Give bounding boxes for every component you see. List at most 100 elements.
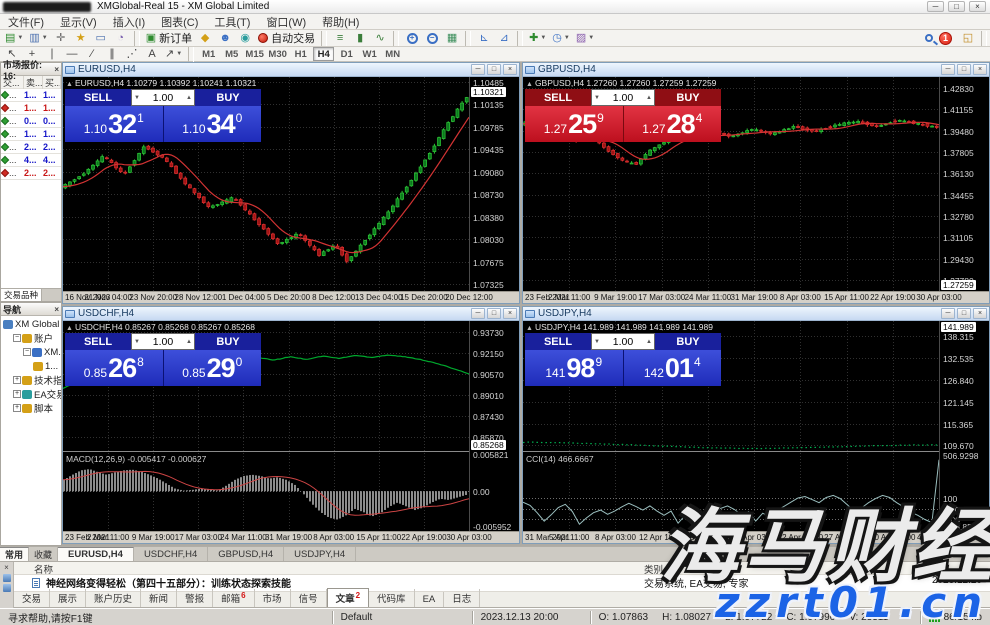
toolbar-button-indicators-list[interactable]: ⊿ (494, 30, 514, 46)
chart-plot-area[interactable]: ▲USDCHF,H4 0.85267 0.85268 0.85267 0.852… (63, 321, 469, 531)
tab-symbols[interactable]: 交易品种 (1, 289, 42, 301)
close-icon[interactable]: × (54, 305, 59, 314)
close-chart-button[interactable]: × (503, 308, 517, 319)
toolbar-button-templates[interactable]: ▨▼ (573, 30, 597, 46)
terminal-tab-邮箱[interactable]: 邮箱6 (213, 589, 254, 607)
chart-plot-area[interactable]: ▲USDJPY,H4 141.989 141.989 141.989 141.9… (523, 321, 939, 531)
timeframe-w1[interactable]: W1 (359, 47, 380, 61)
terminal-tab-交易[interactable]: 交易 (14, 589, 50, 607)
toolbar-button-add-indicator[interactable]: ✚▼ (526, 30, 549, 46)
sell-price-cell[interactable]: 1.10321 (65, 106, 163, 142)
tree-item-indicators-folder[interactable]: +技术指标 (1, 373, 61, 387)
chart-tab-usdjpy[interactable]: USDJPY,H4 (284, 547, 356, 561)
market-watch-row[interactable]: ...0...0... (1, 115, 61, 128)
terminal-strip-icon[interactable] (3, 574, 11, 582)
tool-arrows-tool[interactable]: ↗▼ (162, 46, 185, 62)
tool-fibonacci-tool[interactable]: ⋰ (122, 46, 142, 62)
toolbar-button-new-chart[interactable]: ▤▼ (2, 30, 26, 46)
sell-price-cell[interactable]: 1.27259 (525, 106, 623, 142)
article-row[interactable]: 神经网络变得轻松（第四十五部分）：训练状态探索技能 交易系统, EA交易, 专家… (14, 575, 990, 590)
market-watch-row[interactable]: ...1...1... (1, 89, 61, 102)
sell-button[interactable]: SELL (65, 333, 131, 350)
search-icon[interactable] (925, 34, 933, 42)
close-chart-button[interactable]: × (973, 64, 987, 75)
tree-item-ea-folder[interactable]: +EA交易 (1, 387, 61, 401)
navigator-tab-常用[interactable]: 常用 (0, 547, 29, 561)
menu-item[interactable]: 窗口(W) (258, 14, 314, 30)
market-watch-row[interactable]: ...2...2... (1, 141, 61, 154)
tool-trendline-tool[interactable]: ∕ (82, 46, 102, 62)
chart-title-bar[interactable]: EURUSD,H4─□× (63, 63, 519, 77)
maximize-chart-button[interactable]: □ (957, 64, 971, 75)
terminal-tab-新闻[interactable]: 新闻 (141, 589, 177, 607)
minimize-chart-button[interactable]: ─ (471, 64, 485, 75)
toolbar-button-market-watch[interactable]: ◱ (958, 30, 978, 46)
terminal-strip-icon[interactable] (3, 584, 11, 592)
tree-item-account[interactable]: 1... (1, 359, 61, 373)
tool-channel-tool[interactable]: ∥ (102, 46, 122, 62)
buy-button[interactable]: BUY (195, 89, 261, 106)
chart-plot-area[interactable]: ▲GBPUSD,H4 1.27260 1.27260 1.27259 1.272… (523, 77, 939, 291)
volume-up-icon[interactable]: ▲ (186, 95, 192, 101)
tree-item-scripts-folder[interactable]: +脚本 (1, 401, 61, 415)
sell-button[interactable]: SELL (525, 89, 591, 106)
close-icon[interactable]: × (54, 65, 59, 74)
toolbar-button-bar-chart[interactable]: ≡ (330, 30, 350, 46)
tree-item-terminal[interactable]: XM Global (1, 317, 61, 331)
volume-down-icon[interactable]: ▼ (134, 339, 140, 345)
collapse-icon[interactable]: − (13, 334, 21, 342)
maximize-window-button[interactable]: □ (948, 1, 965, 12)
sell-price-cell[interactable]: 141989 (525, 350, 623, 386)
navigator-tab-收藏[interactable]: 收藏 (29, 547, 58, 561)
timeframe-h1[interactable]: H1 (290, 47, 311, 61)
close-icon[interactable]: × (4, 563, 9, 572)
volume-up-icon[interactable]: ▲ (186, 339, 192, 345)
minimize-chart-button[interactable]: ─ (941, 308, 955, 319)
menu-item[interactable]: 工具(T) (206, 14, 258, 30)
toolbar-button-strategy-tester[interactable]: ◔ (111, 30, 131, 46)
toolbar-button-auto-trading[interactable]: 自动交易 (255, 30, 318, 46)
minimize-chart-button[interactable]: ─ (471, 308, 485, 319)
terminal-tab-EA[interactable]: EA (415, 592, 445, 607)
chart-tab-usdchf[interactable]: USDCHF,H4 (134, 547, 208, 561)
terminal-tab-警报[interactable]: 警报 (177, 589, 213, 607)
terminal-tab-日志[interactable]: 日志 (444, 589, 480, 607)
minimize-chart-button[interactable]: ─ (941, 64, 955, 75)
terminal-tab-文章[interactable]: 文章2 (327, 588, 369, 607)
toolbar-button-community[interactable]: ☻ (215, 30, 235, 46)
volume-input[interactable]: ▼1.00▲ (591, 89, 655, 106)
toolbar-button-profiles[interactable]: ▥▼ (26, 30, 50, 46)
buy-price-cell[interactable]: 1.10340 (164, 106, 262, 142)
terminal-tab-信号[interactable]: 信号 (291, 589, 327, 607)
close-chart-button[interactable]: × (503, 64, 517, 75)
tree-item-accounts[interactable]: −账户 (1, 331, 61, 345)
sell-button[interactable]: SELL (525, 333, 591, 350)
menu-item[interactable]: 帮助(H) (314, 14, 367, 30)
chart-title-bar[interactable]: USDJPY,H4─□× (523, 307, 989, 321)
menu-item[interactable]: 显示(V) (52, 14, 105, 30)
chart-title-bar[interactable]: GBPUSD,H4─□× (523, 63, 989, 77)
toolbar-button-new-order[interactable]: ▣新订单 (143, 30, 195, 46)
toolbar-button-indicators[interactable]: ⊾ (474, 30, 494, 46)
volume-down-icon[interactable]: ▼ (594, 95, 600, 101)
toolbar-button-zoom-in[interactable]: + (402, 30, 422, 46)
terminal-tab-账户历史[interactable]: 账户历史 (86, 589, 141, 607)
chart-title-bar[interactable]: USDCHF,H4─□× (63, 307, 519, 321)
notification-badge[interactable]: 1 (939, 32, 952, 45)
expand-icon[interactable]: + (13, 376, 21, 384)
volume-input[interactable]: ▼1.00▲ (131, 89, 195, 106)
timeframe-d1[interactable]: D1 (336, 47, 357, 61)
chart-tab-eurusd[interactable]: EURUSD,H4 (58, 547, 134, 561)
volume-up-icon[interactable]: ▲ (646, 339, 652, 345)
timeframe-mn[interactable]: MN (382, 47, 403, 61)
maximize-chart-button[interactable]: □ (957, 308, 971, 319)
toolbar-button-terminal[interactable]: ▭ (91, 30, 111, 46)
collapse-icon[interactable]: − (23, 348, 31, 356)
toolbar-button-zoom-out[interactable]: − (422, 30, 442, 46)
menu-item[interactable]: 插入(I) (105, 14, 153, 30)
volume-input[interactable]: ▼1.00▲ (591, 333, 655, 350)
chart-tab-gbpusd[interactable]: GBPUSD,H4 (208, 547, 284, 561)
volume-input[interactable]: ▼1.00▲ (131, 333, 195, 350)
volume-up-icon[interactable]: ▲ (646, 95, 652, 101)
toolbar-button-navigator[interactable]: ★ (71, 30, 91, 46)
